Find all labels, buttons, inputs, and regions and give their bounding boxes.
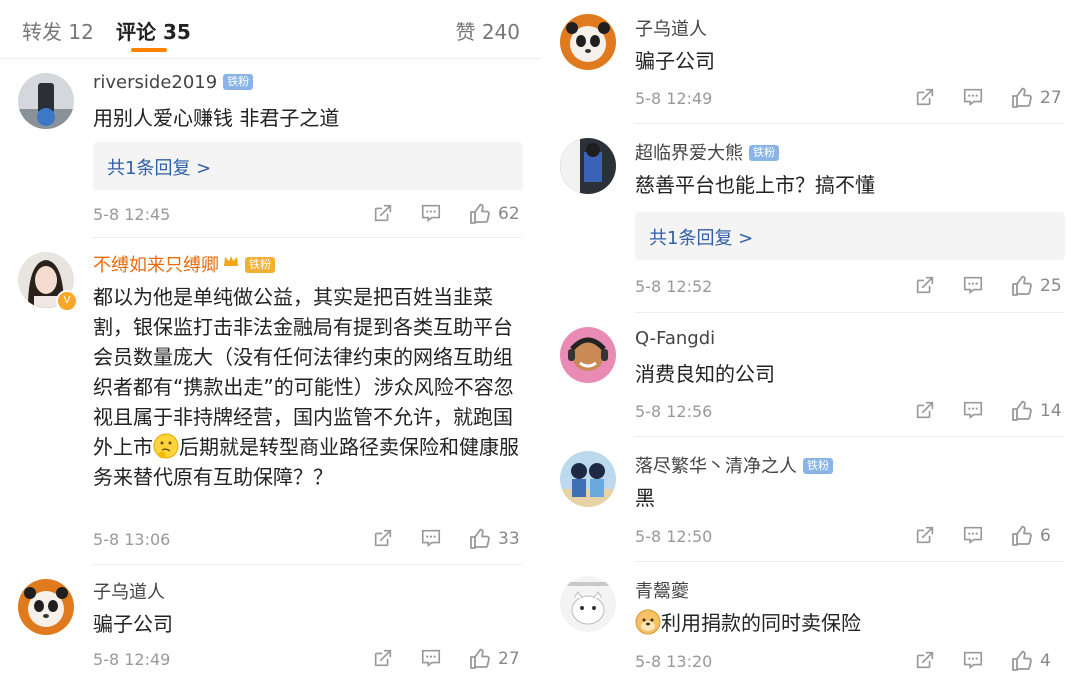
comment-text: 用别人爱心赚钱 非君子之道 [93, 106, 340, 130]
username[interactable]: 超临界爱大熊 铁粉 [635, 139, 779, 165]
thinking-emoji-icon [153, 433, 179, 459]
comment-icon[interactable] [420, 527, 442, 549]
like-count: 4 [1040, 651, 1051, 671]
share-icon[interactable] [914, 86, 936, 108]
tab-repost[interactable]: 转发 12 [22, 16, 94, 45]
tab-comments[interactable]: 评论 35 [116, 16, 191, 45]
tab-bar: 转发 12 评论 35 赞 240 [0, 0, 540, 59]
share-icon[interactable] [372, 202, 394, 224]
comment-icon[interactable] [962, 274, 984, 296]
timestamp: 5-8 13:20 [635, 652, 713, 671]
thumbs-up-icon[interactable] [468, 647, 492, 671]
avatar[interactable] [560, 451, 616, 507]
comments-column-right: 子乌道人 骗子公司 5-8 12:49 27 超临界爱大熊 铁粉 慈善平台也能上市… [542, 0, 1080, 680]
comment-icon[interactable] [962, 399, 984, 421]
action-bar: 14 [914, 399, 1064, 425]
comments-column-left: 转发 12 评论 35 赞 240 riverside2019 铁粉 用别人爱心赚… [0, 0, 540, 680]
comment-item: 落尽繁华丶清净之人 铁粉 黑 5-8 12:50 6 [542, 437, 1080, 562]
avatar[interactable] [560, 138, 616, 194]
fan-badge: 铁粉 [803, 458, 833, 474]
share-icon[interactable] [914, 524, 936, 546]
timestamp: 5-8 12:52 [635, 277, 713, 296]
username[interactable]: 不缚如来只缚卿 铁粉 [93, 251, 275, 277]
fan-badge: 铁粉 [223, 74, 254, 90]
comment-text: 黑 [635, 486, 655, 510]
timestamp: 5-8 12:45 [93, 205, 171, 224]
comment-icon[interactable] [962, 86, 984, 108]
tab-active-indicator [131, 48, 167, 52]
comment-text: 慈善平台也能上市？搞不懂 [635, 173, 875, 197]
share-icon[interactable] [914, 649, 936, 671]
like-count: 14 [1040, 401, 1062, 421]
verified-badge-icon: V [56, 290, 78, 312]
timestamp: 5-8 12:50 [635, 527, 713, 546]
action-bar: 27 [372, 647, 522, 673]
username[interactable]: 子乌道人 [635, 15, 707, 41]
username[interactable]: 子乌道人 [93, 578, 165, 604]
avatar[interactable] [18, 73, 74, 129]
comment-text: 都以为他是单纯做公益，其实是把百姓当韭菜割，银保监打击非法金融局有提到各类互助平… [93, 285, 519, 489]
thumbs-up-icon[interactable] [1010, 86, 1034, 110]
timestamp: 5-8 12:49 [635, 89, 713, 108]
reply-box[interactable]: 共1条回复 > [635, 212, 1065, 260]
crown-icon [224, 256, 238, 266]
comment-item: V 不缚如来只缚卿 铁粉 都以为他是单纯做公益，其实是把百姓当韭菜割，银保监打击非… [0, 238, 540, 565]
comment-item: 青鬶夔 利用捐款的同时卖保险 5-8 13:20 4 [542, 562, 1080, 680]
comment-icon[interactable] [962, 524, 984, 546]
comment-text: 骗子公司 [93, 612, 173, 636]
thumbs-up-icon[interactable] [468, 527, 492, 551]
thumbs-up-icon[interactable] [1010, 524, 1034, 548]
like-count: 62 [498, 204, 520, 224]
action-bar: 6 [914, 524, 1064, 550]
avatar[interactable] [560, 576, 616, 632]
comment-item: riverside2019 铁粉 用别人爱心赚钱 非君子之道 共1条回复 > 5-… [0, 59, 540, 238]
share-icon[interactable] [914, 399, 936, 421]
timestamp: 5-8 13:06 [93, 530, 171, 549]
thumbs-up-icon[interactable] [468, 202, 492, 226]
comment-item: 子乌道人 骗子公司 5-8 12:49 27 [0, 565, 540, 680]
like-count: 27 [1040, 88, 1062, 108]
share-icon[interactable] [372, 647, 394, 669]
timestamp: 5-8 12:56 [635, 402, 713, 421]
avatar[interactable] [18, 579, 74, 635]
thumbs-up-icon[interactable] [1010, 399, 1034, 423]
comment-icon[interactable] [420, 202, 442, 224]
action-bar: 4 [914, 649, 1064, 675]
action-bar: 27 [914, 86, 1064, 112]
avatar[interactable] [560, 14, 616, 70]
reply-link[interactable]: 共1条回复 > [649, 224, 753, 250]
reply-box[interactable]: 共1条回复 > [93, 142, 523, 190]
comment-item: Q-Fangdi 消费良知的公司 5-8 12:56 14 [542, 313, 1080, 437]
comment-text: 消费良知的公司 [635, 362, 775, 386]
comment-icon[interactable] [962, 649, 984, 671]
username[interactable]: 青鬶夔 [635, 577, 689, 603]
timestamp: 5-8 12:49 [93, 650, 171, 669]
username[interactable]: 落尽繁华丶清净之人 铁粉 [635, 452, 833, 478]
comment-item: 超临界爱大熊 铁粉 慈善平台也能上市？搞不懂 共1条回复 > 5-8 12:52 … [542, 124, 1080, 313]
thumbs-up-icon[interactable] [1010, 274, 1034, 298]
comment-text: 骗子公司 [635, 49, 715, 73]
like-count: 27 [498, 649, 520, 669]
fan-badge: 铁粉 [749, 145, 779, 161]
like-count: 25 [1040, 276, 1062, 296]
action-bar: 33 [372, 527, 522, 553]
like-count: 33 [498, 529, 520, 549]
share-icon[interactable] [914, 274, 936, 296]
doge-emoji-icon [635, 609, 661, 635]
action-bar: 25 [914, 274, 1064, 300]
reply-link[interactable]: 共1条回复 > [107, 154, 211, 180]
avatar[interactable] [560, 327, 616, 383]
tab-likes[interactable]: 赞 240 [455, 16, 520, 45]
username[interactable]: riverside2019 铁粉 [93, 72, 254, 93]
action-bar: 62 [372, 202, 522, 228]
comment-item: 子乌道人 骗子公司 5-8 12:49 27 [542, 0, 1080, 124]
username[interactable]: Q-Fangdi [635, 328, 715, 349]
fan-badge: 铁粉 [245, 257, 275, 273]
thumbs-up-icon[interactable] [1010, 649, 1034, 673]
share-icon[interactable] [372, 527, 394, 549]
comment-icon[interactable] [420, 647, 442, 669]
comment-text: 利用捐款的同时卖保险 [635, 608, 1063, 638]
like-count: 6 [1040, 526, 1051, 546]
